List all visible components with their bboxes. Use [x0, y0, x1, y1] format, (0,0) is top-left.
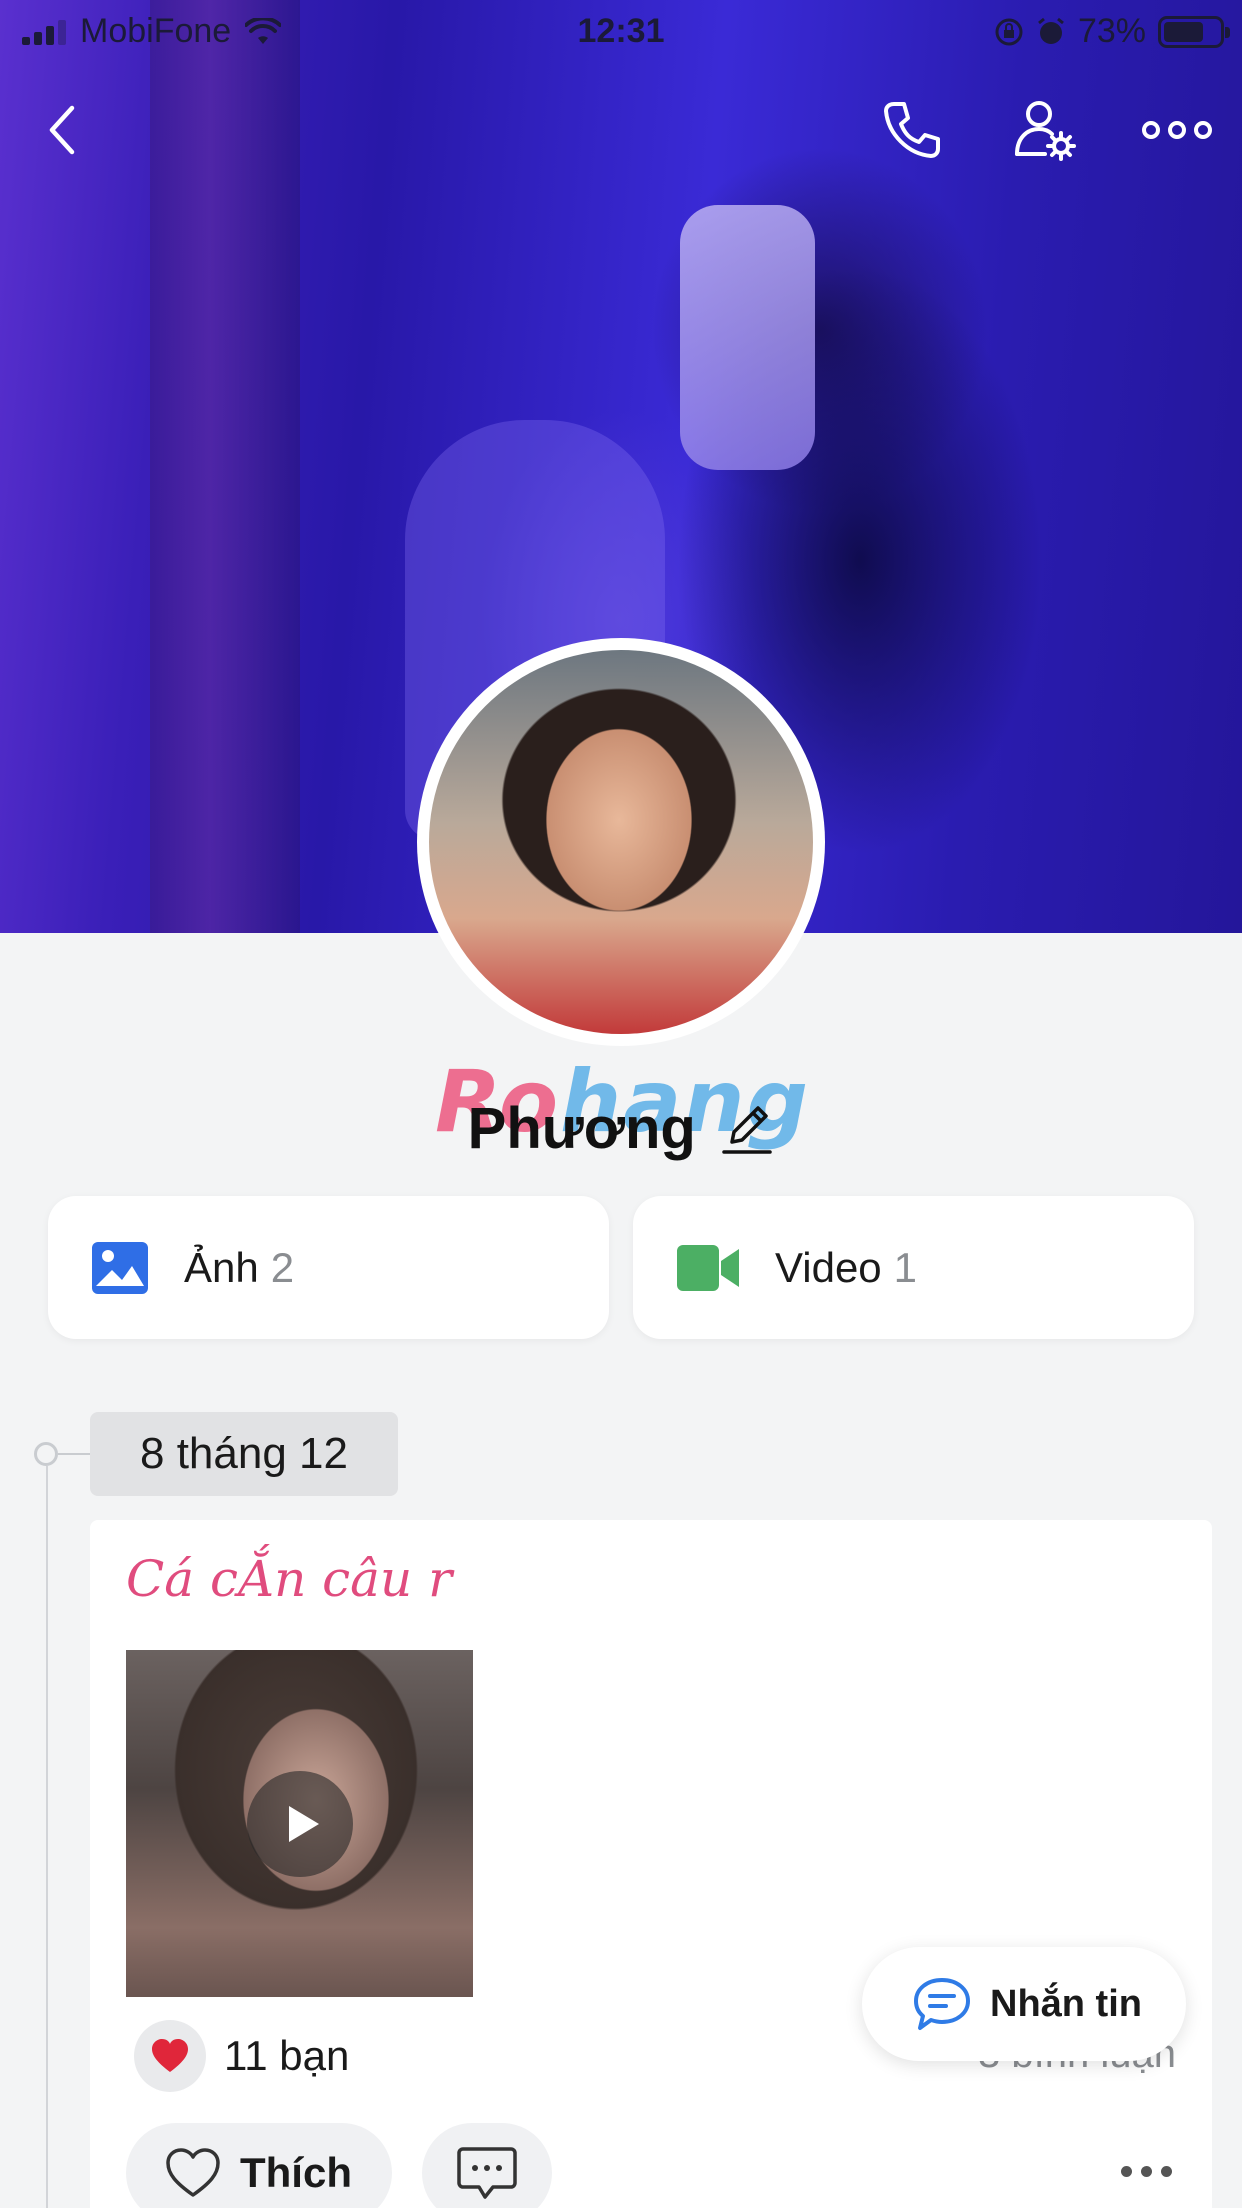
alarm-icon — [1038, 17, 1064, 44]
call-button[interactable] — [872, 90, 952, 170]
phone-icon — [884, 102, 940, 158]
reaction-count: 11 bạn — [224, 2032, 350, 2079]
more-options-button[interactable] — [1137, 90, 1217, 170]
cover-door-shape — [150, 0, 300, 933]
battery-icon — [1158, 15, 1230, 48]
status-bar: MobiFone 12:31 73% — [0, 0, 1242, 62]
videos-label: Video — [775, 1243, 882, 1291]
timeline-dot — [34, 1442, 58, 1466]
back-button[interactable] — [22, 90, 102, 170]
avatar-image — [429, 650, 813, 1034]
post-video-thumbnail[interactable] — [126, 1650, 473, 1997]
battery-percent: 73% — [1077, 12, 1146, 50]
video-camera-icon — [677, 1244, 739, 1291]
pencil-icon[interactable] — [720, 1102, 774, 1156]
post-card: Cá cẮn câu r 11 bạn 3 bình luận Thích — [90, 1520, 1212, 2208]
timeline-line — [46, 1466, 48, 2208]
comment-icon — [457, 2147, 517, 2199]
chat-bubble-icon — [914, 1978, 970, 2030]
photos-count: 2 — [270, 1243, 295, 1291]
photo-icon — [92, 1241, 148, 1294]
reaction-summary[interactable]: 11 bạn — [134, 2020, 349, 2092]
post-more-icon[interactable] — [1121, 2166, 1172, 2177]
message-label: Nhắn tin — [990, 1982, 1142, 2025]
profile-name: Phương — [467, 1096, 696, 1161]
photos-label: Ảnh — [184, 1243, 259, 1291]
cover-phone-shape — [680, 205, 815, 470]
videos-count: 1 — [893, 1243, 918, 1291]
heart-reaction-icon — [134, 2020, 206, 2092]
play-icon[interactable] — [247, 1771, 353, 1877]
videos-card[interactable]: Video 1 — [633, 1196, 1194, 1339]
like-button[interactable]: Thích — [126, 2123, 392, 2208]
profile-avatar[interactable] — [417, 638, 825, 1046]
like-label: Thích — [240, 2149, 352, 2196]
chevron-left-icon — [49, 105, 75, 155]
user-settings-icon — [1015, 101, 1076, 161]
more-horizontal-icon — [1142, 121, 1212, 139]
profile-name-row: Phương — [0, 1095, 1242, 1162]
timeline-date: 8 tháng 12 — [90, 1412, 398, 1496]
comment-button[interactable] — [422, 2123, 552, 2208]
heart-outline-icon — [166, 2148, 220, 2197]
message-button[interactable]: Nhắn tin — [862, 1947, 1186, 2061]
timeline-connector — [58, 1453, 90, 1455]
post-text: Cá cẮn câu r — [126, 1550, 452, 1608]
profile-settings-button[interactable] — [1005, 90, 1085, 170]
photos-card[interactable]: Ảnh 2 — [48, 1196, 609, 1339]
orientation-lock-icon — [995, 18, 1023, 45]
